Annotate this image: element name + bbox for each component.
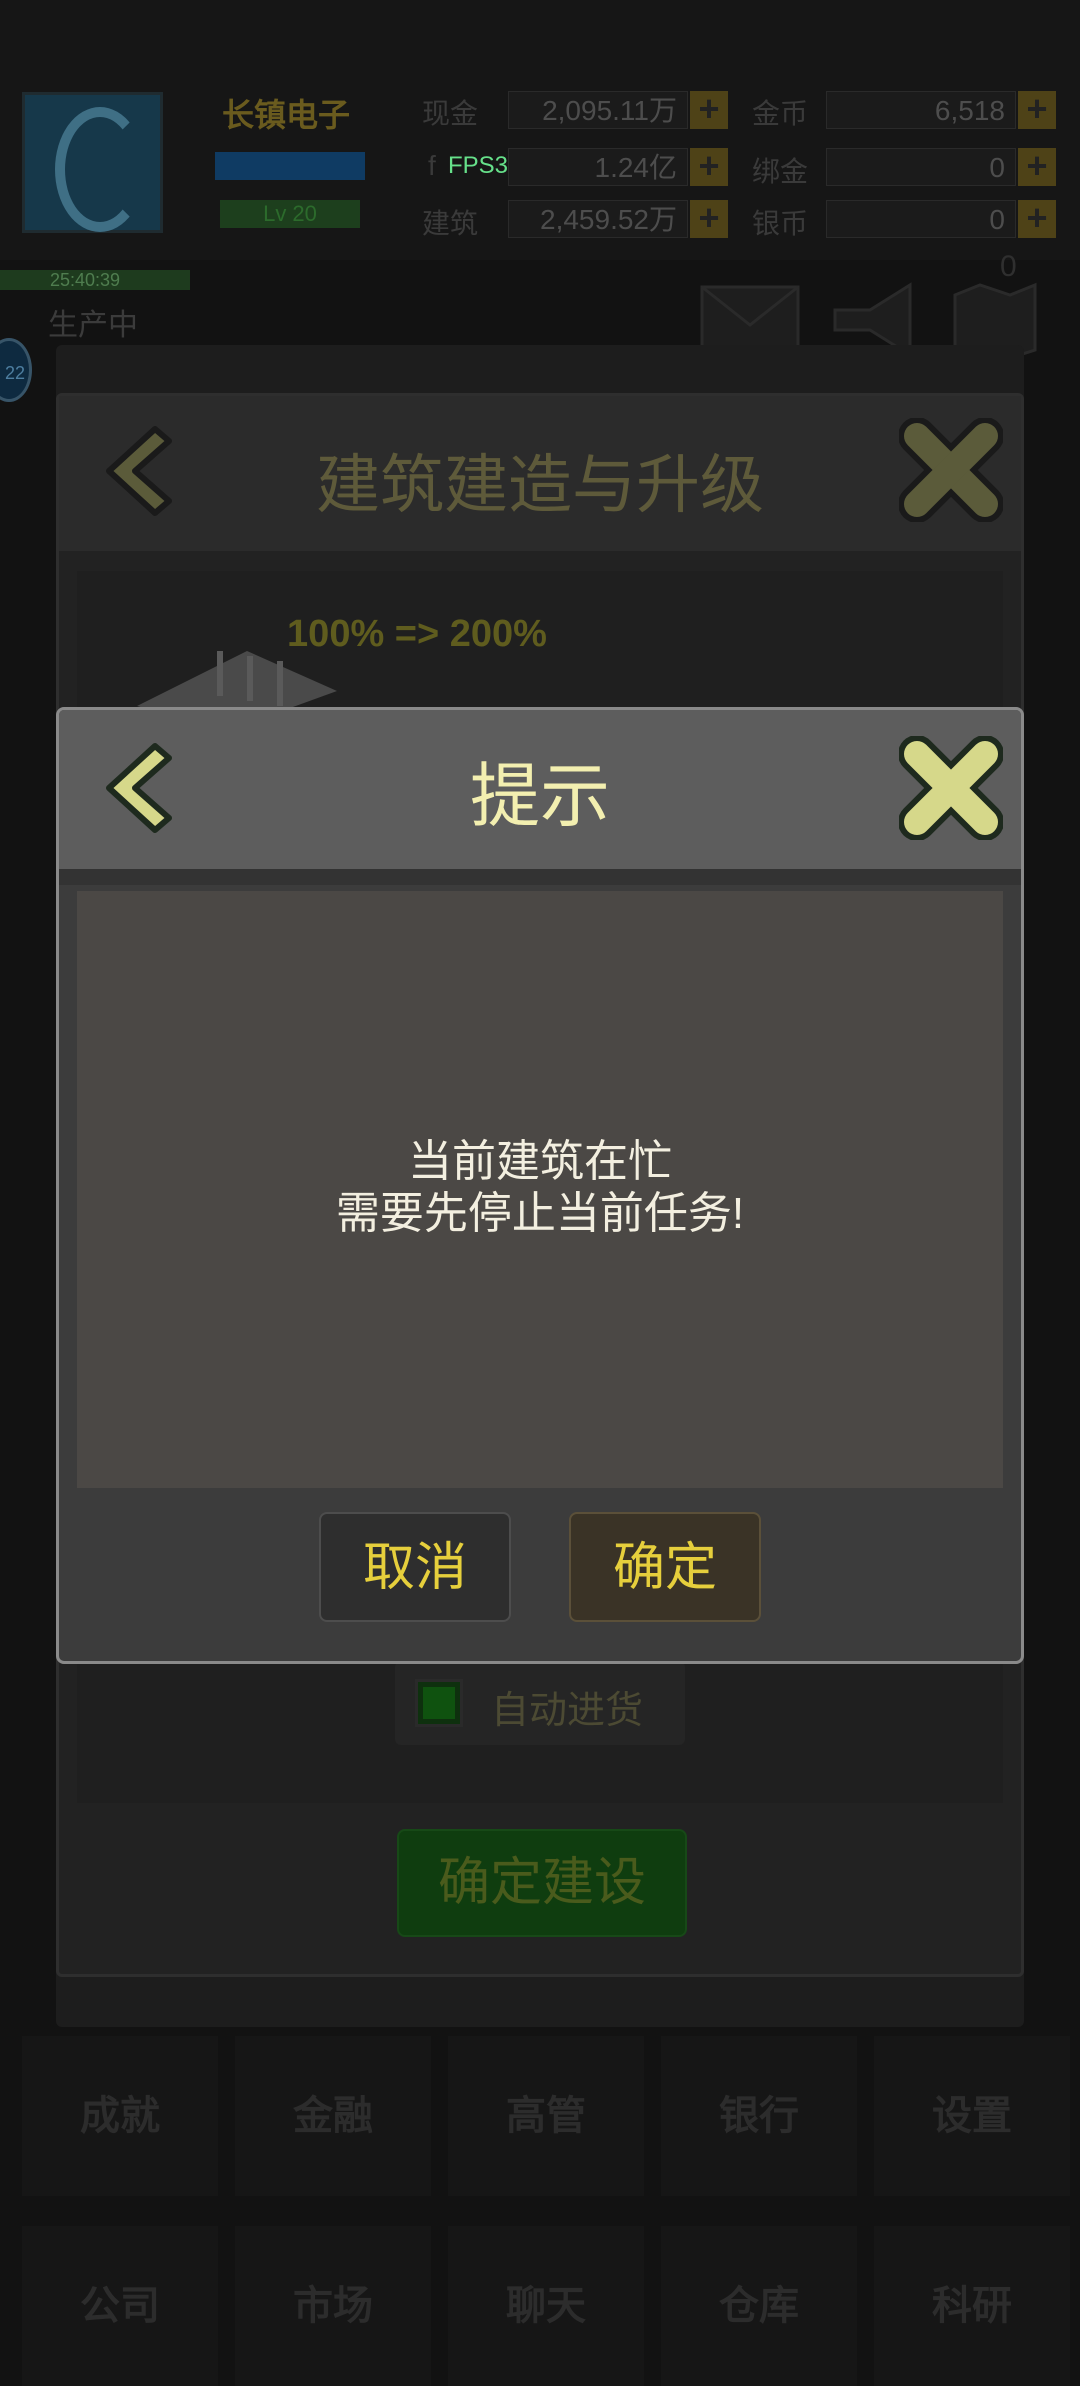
hint-dialog: 提示 当前建筑在忙 需要先停止当前任务! 取消 确定 (56, 707, 1024, 1664)
hint-dialog-title: 提示 (470, 757, 610, 835)
cash-plus-icon[interactable]: + (690, 91, 728, 129)
bound-gold-label: 绑金 (752, 156, 809, 187)
mail-count: 0 (1000, 250, 1017, 283)
company-avatar[interactable] (22, 92, 163, 233)
cash-label: 现金 (422, 98, 479, 129)
cash-value: 2,095.11万 (508, 91, 688, 129)
nav-bank[interactable]: 银行 (661, 2036, 857, 2196)
nav-executives[interactable]: 高管 (448, 2036, 644, 2196)
hint-dialog-body: 当前建筑在忙 需要先停止当前任务! (77, 891, 1003, 1488)
auto-restock-label: 自动进货 (491, 1690, 644, 1732)
silver-label: 银币 (752, 208, 809, 239)
message-line-1: 当前建筑在忙 (408, 1137, 672, 1186)
side-badge[interactable]: 22 (0, 338, 32, 402)
auto-restock-row[interactable]: 自动进货 (395, 1661, 685, 1745)
building-label: 建筑 (422, 208, 479, 239)
cancel-button[interactable]: 取消 (319, 1512, 511, 1622)
silver-plus-icon[interactable]: + (1018, 200, 1056, 238)
production-timer: 25:40:39 (0, 270, 190, 290)
stock-label: f (428, 150, 436, 181)
bound-gold-value: 0 (826, 148, 1016, 186)
hint-dialog-message: 当前建筑在忙 需要先停止当前任务! (77, 1136, 1003, 1240)
silver-value: 0 (826, 200, 1016, 238)
nav-research[interactable]: 科研 (874, 2226, 1070, 2386)
upgrade-panel-title: 建筑建造与升级 (316, 449, 764, 521)
hint-dialog-header: 提示 (59, 710, 1021, 869)
company-name: 长镇电子 (222, 97, 351, 133)
building-plus-icon[interactable]: + (690, 200, 728, 238)
top-hud: 长镇电子 Lv 20 FPS30 现金 2,095.11万 + f 1.24亿 … (0, 0, 1080, 260)
nav-achievements[interactable]: 成就 (22, 2036, 218, 2196)
bound-gold-plus-icon[interactable]: + (1018, 148, 1056, 186)
nav-chat[interactable]: 聊天 (448, 2226, 644, 2386)
message-line-2: 需要先停止当前任务! (335, 1189, 745, 1238)
hint-dialog-divider (59, 869, 1021, 885)
confirm-button[interactable]: 确定 (569, 1512, 761, 1622)
gold-value: 6,518 (826, 91, 1016, 129)
company-id-bar (215, 152, 365, 180)
nav-finance[interactable]: 金融 (235, 2036, 431, 2196)
capacity-change-text: 100% => 200% (287, 613, 547, 655)
nav-settings[interactable]: 设置 (874, 2036, 1070, 2196)
building-value: 2,459.52万 (508, 200, 688, 238)
gold-plus-icon[interactable]: + (1018, 91, 1056, 129)
auto-restock-checkbox[interactable] (415, 1679, 463, 1727)
stock-value: 1.24亿 (508, 148, 688, 186)
confirm-build-button[interactable]: 确定建设 (397, 1829, 687, 1937)
close-icon[interactable] (899, 418, 1003, 522)
stock-plus-icon[interactable]: + (690, 148, 728, 186)
nav-company[interactable]: 公司 (22, 2226, 218, 2386)
nav-warehouse[interactable]: 仓库 (661, 2226, 857, 2386)
level-badge: Lv 20 (220, 200, 360, 228)
production-status: 生产中 (48, 309, 138, 342)
nav-market[interactable]: 市场 (235, 2226, 431, 2386)
close-icon[interactable] (899, 736, 1003, 840)
upgrade-panel-header: 建筑建造与升级 (59, 396, 1021, 551)
gold-label: 金币 (752, 98, 809, 129)
